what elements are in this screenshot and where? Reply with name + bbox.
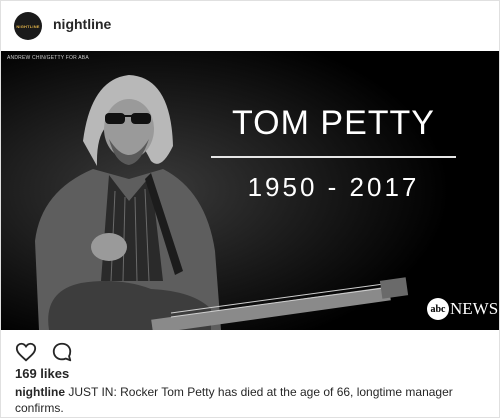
username[interactable]: nightline bbox=[53, 16, 111, 32]
comment-icon[interactable] bbox=[51, 341, 73, 363]
years-text: 1950 - 2017 bbox=[247, 172, 420, 202]
photo-credit: ANDREW CHIN/GETTY FOR ABA bbox=[7, 55, 89, 61]
headline-divider bbox=[211, 156, 456, 158]
headline: TOM PETTY bbox=[232, 104, 435, 142]
avatar-logo: NIGHTLINE bbox=[16, 23, 40, 29]
likes-count[interactable]: 169 likes bbox=[15, 366, 69, 381]
abc-news-logo: abc NEWS bbox=[427, 298, 498, 320]
caption-username[interactable]: nightline bbox=[15, 385, 65, 399]
news-logo-text: NEWS bbox=[450, 299, 499, 318]
avatar[interactable]: NIGHTLINE bbox=[14, 12, 42, 40]
post-caption: nightline JUST IN: Rocker Tom Petty has … bbox=[15, 384, 485, 416]
post-header: NIGHTLINE nightline bbox=[1, 1, 499, 51]
abc-logo-circle: abc bbox=[427, 298, 449, 320]
caption-text: JUST IN: Rocker Tom Petty has died at th… bbox=[15, 385, 453, 415]
heart-icon[interactable] bbox=[15, 341, 37, 363]
post-image[interactable]: ANDREW CHIN/GETTY FOR ABA TOM PETTY 1950… bbox=[1, 51, 499, 330]
post-actions bbox=[15, 341, 73, 363]
post-card: NIGHTLINE nightline ANDREW CHIN/GETTY FO… bbox=[0, 0, 500, 418]
